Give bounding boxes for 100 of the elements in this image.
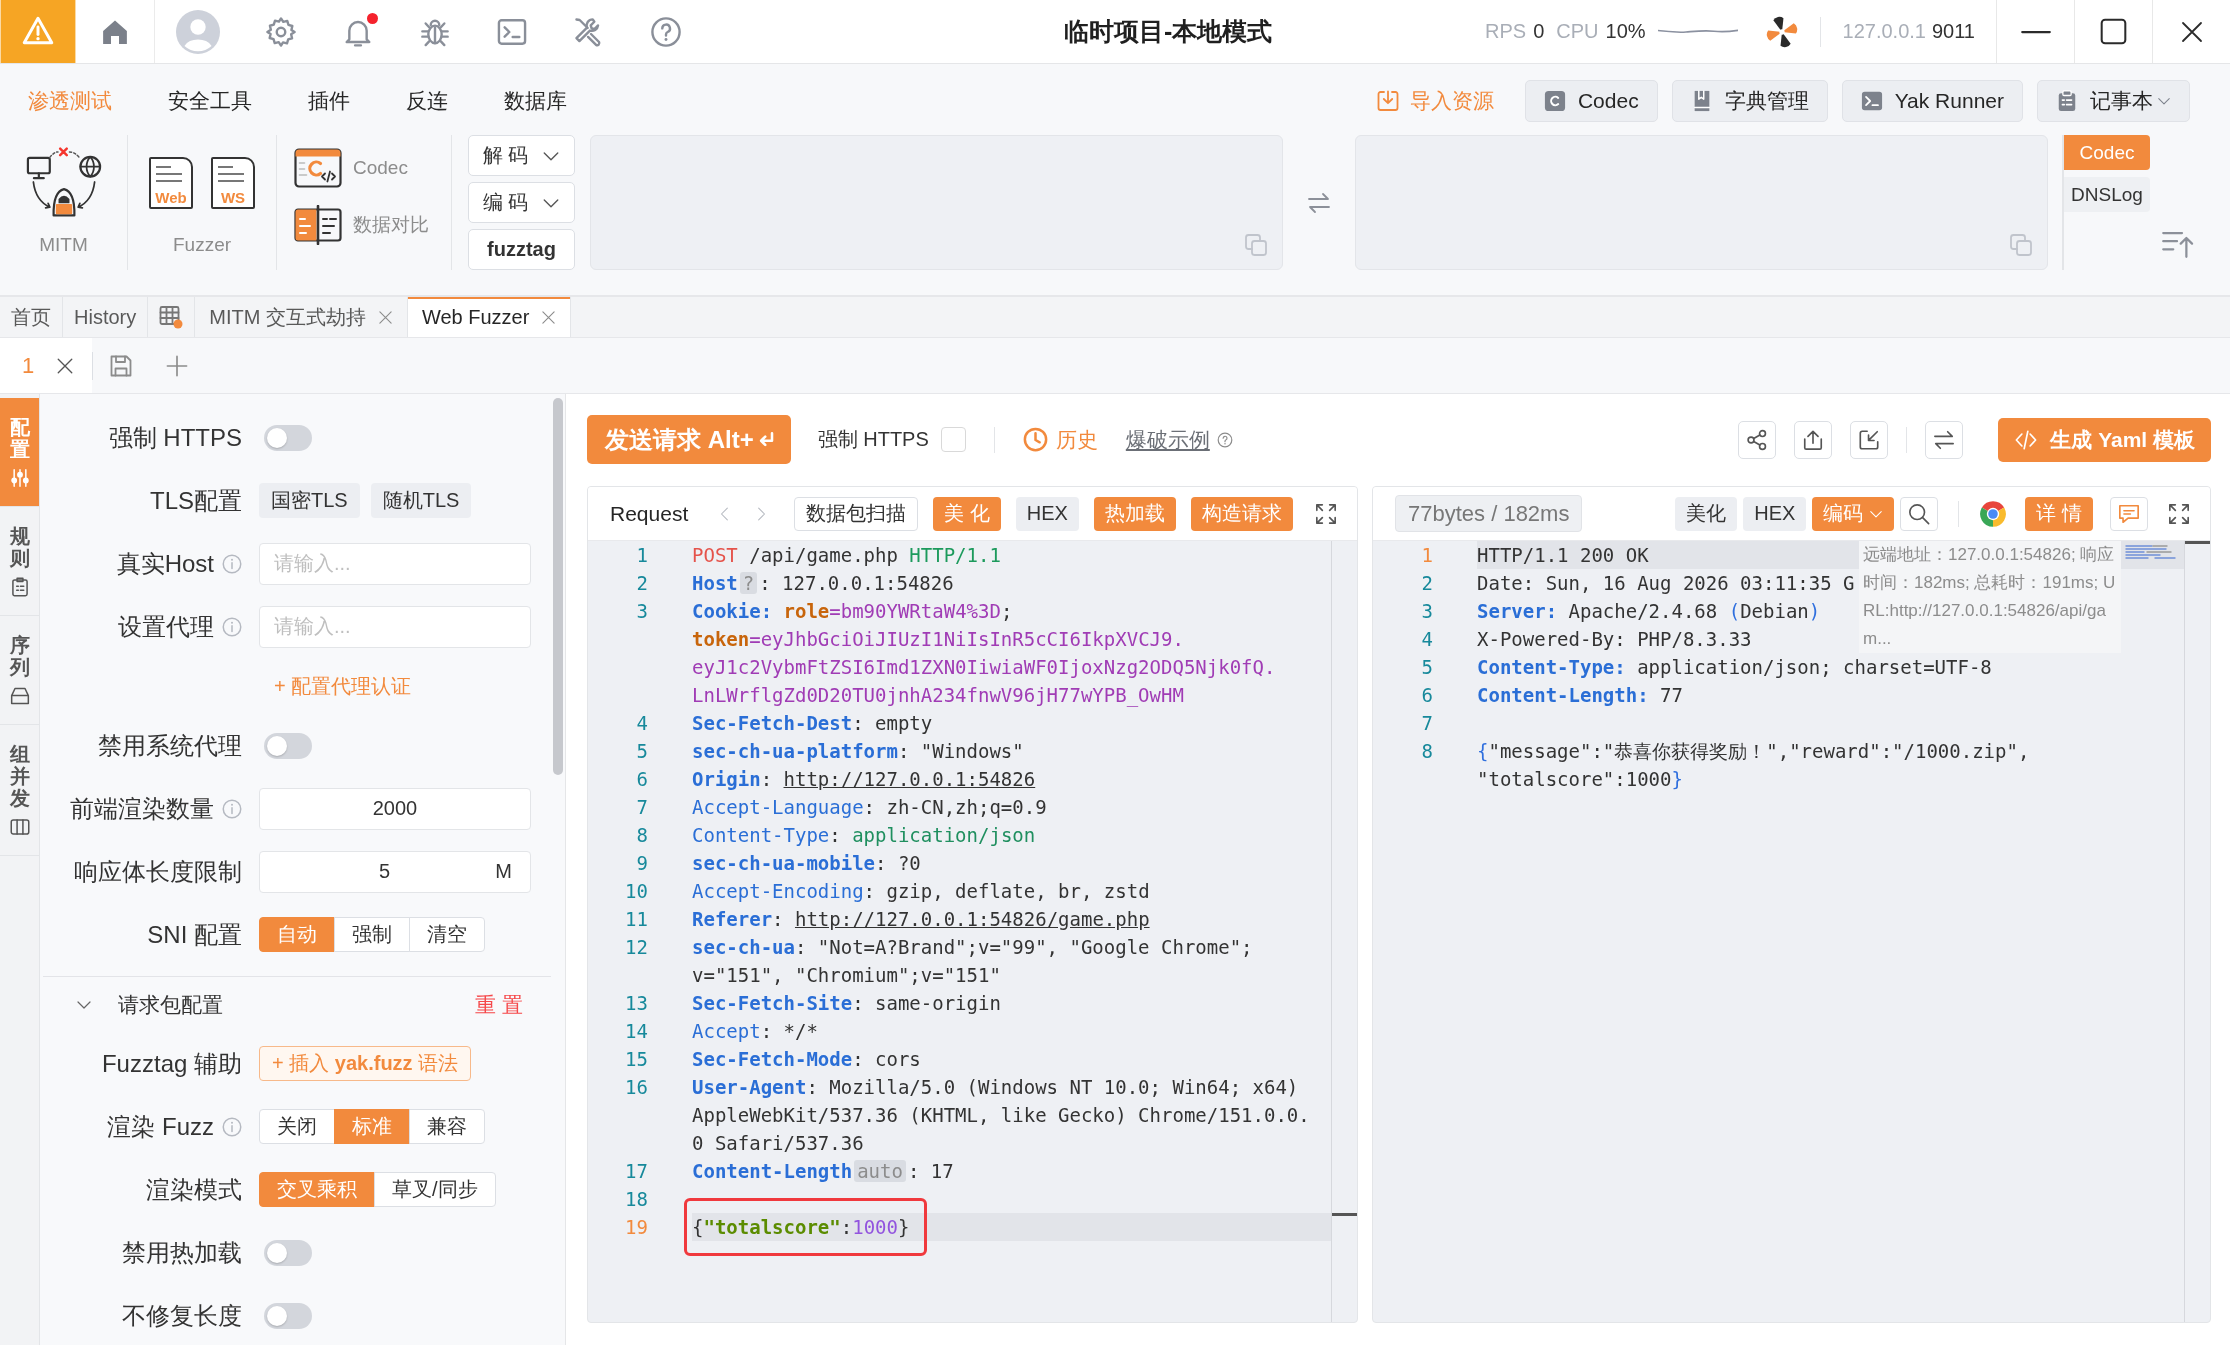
comment-button[interactable] — [2110, 496, 2148, 531]
expand-icon[interactable] — [1315, 502, 1337, 525]
pinwheel-icon[interactable] — [1765, 15, 1798, 48]
action-button[interactable]: fuzztag — [468, 229, 575, 270]
tab[interactable]: Web Fuzzer — [407, 297, 572, 337]
scrollbar[interactable] — [553, 398, 563, 775]
download-icon — [1375, 89, 1400, 113]
stat-label: RPS — [1485, 20, 1527, 43]
field-label: 不修复长度 — [122, 1300, 242, 1331]
import-icon — [1858, 428, 1881, 451]
segment-option[interactable]: 关闭 — [259, 1109, 335, 1144]
segment-option[interactable]: 清空 — [409, 917, 485, 952]
editor-button[interactable]: HEX — [1743, 496, 1807, 531]
help-icon[interactable] — [1216, 431, 1233, 448]
line-number: 19 — [625, 1215, 648, 1240]
segment-option[interactable]: 兼容 — [409, 1109, 485, 1144]
code-line: Sec-Fetch-Dest: empty — [692, 712, 933, 734]
number-field[interactable]: 2000 — [259, 787, 531, 830]
add-icon[interactable] — [166, 354, 189, 377]
tab[interactable]: History — [63, 297, 149, 337]
menu-tab[interactable]: 安全工具 — [168, 87, 252, 115]
code-line: v="151", "Chromium";v="151" — [692, 964, 1001, 986]
warning-icon[interactable] — [0, 0, 76, 63]
close-icon[interactable] — [56, 356, 75, 375]
help-icon[interactable] — [650, 15, 682, 48]
line-number: 15 — [625, 1047, 648, 1072]
line-number: 9 — [636, 851, 648, 876]
checkbox-label: 强制 HTTPS — [817, 427, 929, 452]
line-number: 4 — [1421, 627, 1433, 652]
number-field[interactable]: 5 M — [259, 850, 531, 893]
menu-button[interactable]: Codec — [1524, 80, 1658, 122]
line-number: 14 — [625, 1019, 648, 1044]
save-icon[interactable] — [109, 353, 134, 378]
menu-button[interactable]: Yak Runner — [1841, 80, 2023, 122]
menu-tab[interactable]: 数据库 — [504, 87, 567, 115]
editor-button[interactable]: 数据包扫描 — [794, 496, 919, 531]
text-area-field[interactable] — [590, 135, 1283, 270]
menu-tab[interactable]: 插件 — [308, 87, 350, 115]
group-label: Fuzzer — [172, 233, 232, 257]
line-number: 7 — [636, 795, 648, 820]
toggle-switch[interactable] — [264, 1239, 312, 1266]
tab[interactable]: 首页 — [0, 297, 63, 337]
unit-label: M — [495, 860, 512, 883]
side-rail-tab[interactable]: 规则 — [0, 507, 39, 616]
checkbox[interactable] — [940, 427, 966, 452]
option-toggle[interactable]: 随机TLS — [370, 483, 472, 518]
terminal-icon — [1860, 90, 1883, 112]
segment-option[interactable]: 草叉/同步 — [374, 1172, 496, 1207]
dropdown-button[interactable]: 编 码 — [468, 182, 575, 223]
window-title: 临时项目-本地模式 — [1064, 16, 1273, 47]
toggle-switch[interactable] — [264, 424, 312, 451]
menu-tab[interactable]: 反连 — [406, 87, 448, 115]
side-rail-tab[interactable]: 序列 — [0, 616, 39, 725]
toggle-switch[interactable] — [264, 732, 312, 759]
swap-icon — [1933, 428, 1956, 451]
tricolor-ring-icon[interactable] — [1979, 499, 2008, 528]
url-link[interactable]: http://127.0.0.1:54826/game.php — [794, 908, 1150, 930]
menu-button[interactable]: 记事本 — [2037, 80, 2190, 122]
line-number: 11 — [625, 907, 648, 932]
side-tab[interactable]: DNSLog — [2064, 177, 2150, 212]
stat-value: 0 — [1533, 20, 1545, 43]
text-area-field[interactable] — [1355, 135, 2048, 270]
section-title: 请求包配置 — [118, 991, 223, 1018]
search-button[interactable] — [1900, 496, 1939, 531]
import-button[interactable] — [1850, 420, 1889, 459]
field-label: 渲染模式 — [146, 1174, 242, 1205]
option-toggle[interactable]: 国密TLS — [259, 483, 360, 518]
clipboard-icon — [2056, 90, 2078, 112]
settings-icon[interactable] — [265, 15, 297, 48]
maximize-icon[interactable] — [2100, 18, 2127, 45]
menu-button[interactable]: 字典管理 — [1671, 80, 1828, 122]
export-button[interactable] — [1794, 420, 1833, 459]
code-line: Content-Type: application/json — [692, 824, 1036, 846]
toggle-switch[interactable] — [264, 1302, 312, 1329]
examples-link[interactable]: 爆破示例 — [1125, 425, 1210, 454]
segment-option[interactable]: 强制 — [334, 917, 410, 952]
close-icon[interactable] — [2179, 19, 2204, 44]
tab[interactable]: MITM 交互式劫持 — [195, 297, 408, 337]
editor-button[interactable]: 美化 — [1675, 496, 1738, 531]
line-number: 8 — [1421, 739, 1433, 764]
line-number: 13 — [625, 991, 648, 1016]
code-line: sec-ch-ua: "Not=A?Brand";v="99", "Google Chrome"; — [692, 936, 1253, 958]
editor-button[interactable]: HEX — [1015, 496, 1079, 531]
network-intercept-icon[interactable] — [24, 147, 103, 217]
side-rail-tab[interactable]: 组并发 — [0, 725, 39, 856]
editor-title: Request — [610, 501, 689, 526]
url-link[interactable]: http://127.0.0.1:54826 — [783, 768, 1036, 790]
stat-label: CPU — [1556, 20, 1599, 43]
code-line: "totalscore":1000} — [1477, 768, 1683, 790]
reset-link[interactable]: 重 置 — [475, 990, 523, 1019]
cursor-marker — [2185, 541, 2210, 544]
response-meta-text: 远端地址：127.0.0.1:54826; 响应时间：182ms; 总耗时：191ms; URL:http://127.0.0.1:54826/api/gam... — [1859, 541, 2121, 653]
dropdown-button[interactable]: 解 码 — [468, 135, 575, 176]
line-number: 1 — [636, 543, 648, 568]
code-line: Host ? : 127.0.0.1:54826 — [692, 572, 954, 594]
swap-button[interactable] — [1925, 420, 1964, 459]
expand-icon[interactable] — [2168, 502, 2190, 525]
share-button[interactable] — [1738, 420, 1777, 459]
table-icon — [159, 305, 184, 329]
swap-icon[interactable] — [1307, 190, 1331, 215]
